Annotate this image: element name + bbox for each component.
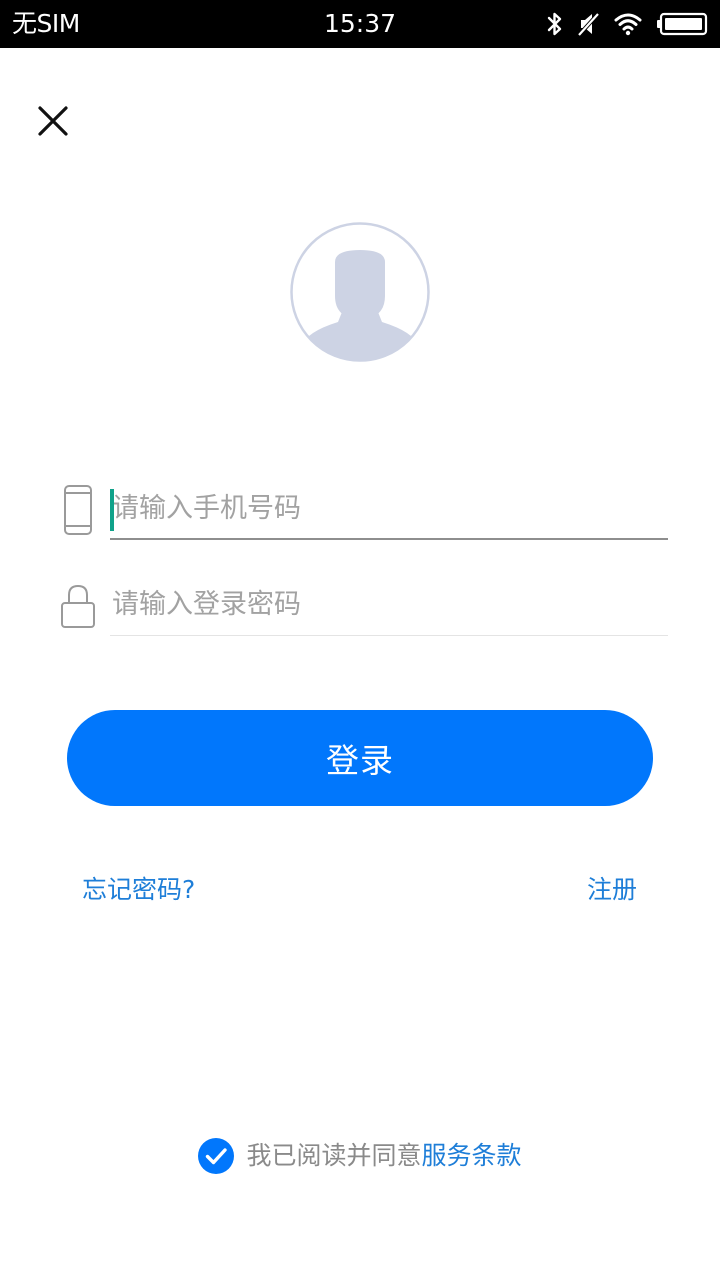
terms-of-service-link[interactable]: 服务条款	[422, 1138, 522, 1174]
login-button[interactable]: 登录	[67, 710, 653, 806]
password-field	[58, 572, 670, 636]
avatar[interactable]	[290, 222, 430, 362]
password-input-underline	[110, 635, 668, 636]
phone-input-underline	[110, 538, 668, 540]
close-icon	[38, 106, 68, 136]
forgot-password-link[interactable]: 忘记密码?	[82, 872, 195, 908]
phone-field	[58, 476, 670, 540]
password-input[interactable]	[110, 576, 670, 632]
text-cursor	[110, 489, 114, 531]
status-icons	[546, 10, 708, 38]
wifi-icon	[614, 13, 642, 36]
battery-icon	[657, 12, 708, 36]
muted-icon	[578, 12, 600, 37]
lock-icon	[58, 580, 98, 632]
phone-input[interactable]	[110, 480, 670, 536]
close-button[interactable]	[30, 98, 76, 144]
agreement-row: 我已阅读并同意 服务条款	[0, 1136, 720, 1176]
mobile-phone-icon	[58, 484, 98, 536]
status-bar: 无SIM 15:37	[0, 0, 720, 48]
default-user-avatar-icon	[290, 222, 430, 362]
register-link[interactable]: 注册	[587, 872, 637, 908]
checkbox-checked-icon[interactable]	[198, 1138, 235, 1174]
agreement-text: 我已阅读并同意	[246, 1141, 422, 1170]
bluetooth-icon	[547, 12, 562, 36]
